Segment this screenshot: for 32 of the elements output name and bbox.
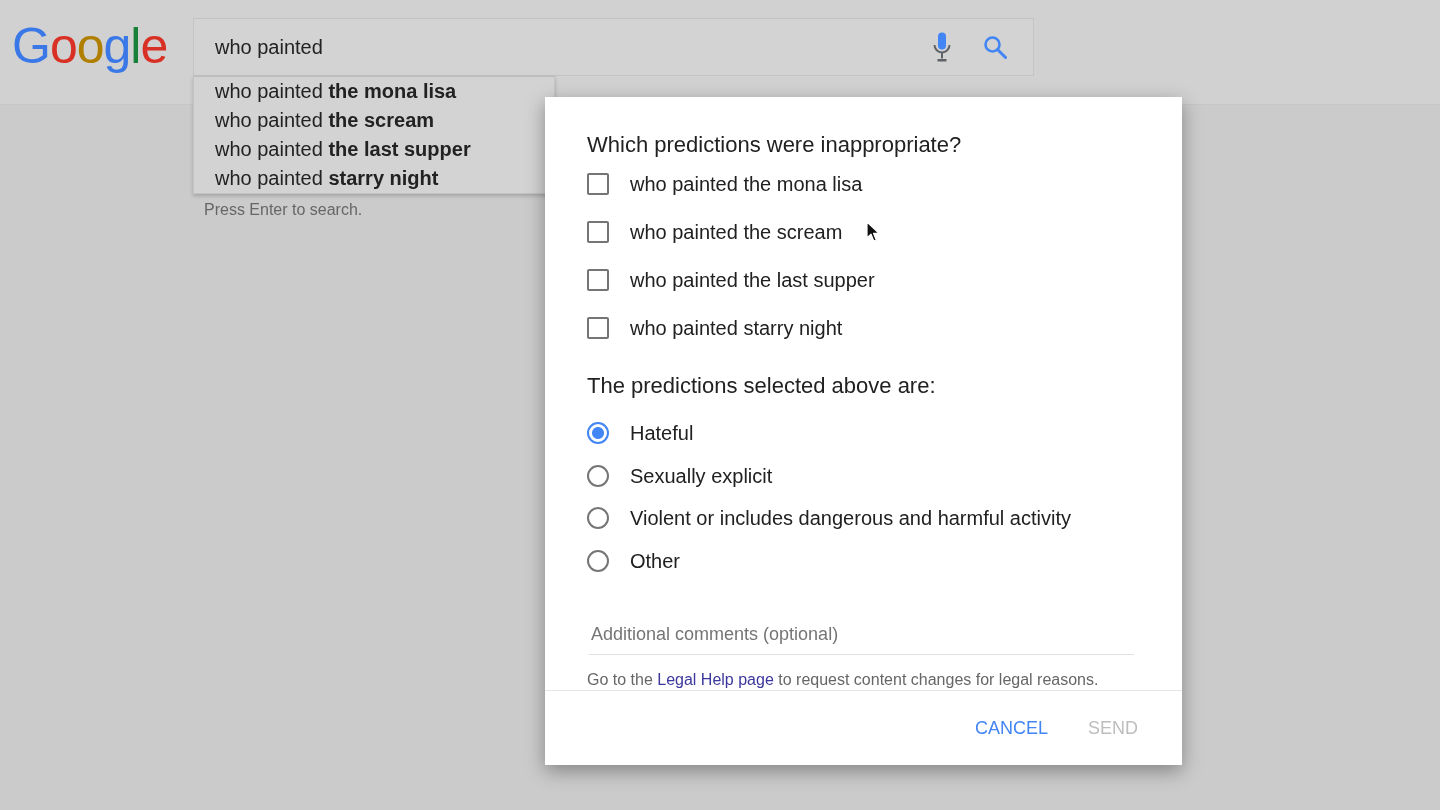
prediction-label: who painted the mona lisa bbox=[630, 171, 863, 197]
category-label: Hateful bbox=[630, 421, 694, 447]
category-label: Sexually explicit bbox=[630, 463, 773, 489]
checkbox[interactable] bbox=[587, 316, 609, 339]
suggestion-item[interactable]: who painted starry night bbox=[194, 164, 439, 193]
suggestion-item[interactable]: who painted the mona lisa bbox=[194, 77, 457, 106]
checkbox[interactable] bbox=[587, 268, 609, 291]
question-text: The predictions selected above are: bbox=[587, 371, 936, 400]
legal-help-link[interactable]: Legal Help page bbox=[657, 670, 774, 688]
suggestion-item[interactable]: who painted the scream bbox=[194, 106, 435, 135]
microphone-icon[interactable] bbox=[932, 32, 952, 62]
mouse-pointer-icon bbox=[866, 221, 880, 243]
comments-field[interactable]: Additional comments (optional) bbox=[589, 615, 1134, 655]
prediction-label: who painted starry night bbox=[630, 315, 843, 341]
suggestion-item[interactable]: who painted the last supper bbox=[194, 135, 471, 164]
checkbox[interactable] bbox=[587, 220, 609, 243]
radio-button[interactable] bbox=[587, 507, 609, 530]
radio-button[interactable] bbox=[587, 422, 609, 445]
dialog-button[interactable]: CANCEL bbox=[966, 709, 1056, 747]
category-label: Violent or includes dangerous and harmful activity bbox=[630, 506, 1071, 532]
search-icon[interactable] bbox=[983, 35, 1007, 59]
logo: Google bbox=[12, 17, 169, 75]
radio-button[interactable] bbox=[587, 464, 609, 487]
category-label: Other bbox=[630, 548, 681, 574]
legal-note: Go to the Legal Help page to request content changes for legal reasons. bbox=[587, 669, 1099, 690]
checkbox[interactable] bbox=[587, 172, 609, 195]
question-text: Which predictions were inappropriate? bbox=[587, 131, 962, 159]
prediction-label: who painted the scream bbox=[630, 219, 843, 245]
prediction-label: who painted the last supper bbox=[630, 267, 875, 293]
radio-button[interactable] bbox=[587, 549, 609, 572]
search-hint: Press Enter to search. bbox=[204, 200, 363, 220]
search-input[interactable]: who painted bbox=[215, 35, 325, 59]
